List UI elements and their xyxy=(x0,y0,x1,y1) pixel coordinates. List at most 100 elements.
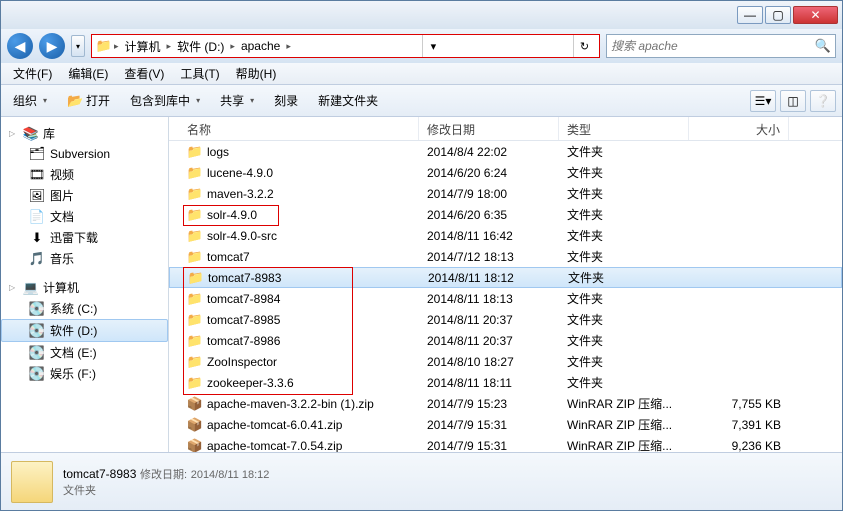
sidebar-item[interactable]: 💽娱乐 (F:) xyxy=(1,363,168,384)
sidebar-item[interactable]: 🎵音乐 xyxy=(1,248,168,269)
cell-name[interactable]: 📦apache-tomcat-6.0.41.zip xyxy=(169,416,419,434)
new-folder-button[interactable]: 新建文件夹 xyxy=(312,89,384,112)
cell-size xyxy=(689,172,789,174)
search-box[interactable]: 🔍 xyxy=(606,34,836,58)
menu-edit[interactable]: 编辑(E) xyxy=(60,63,116,84)
cell-size xyxy=(689,361,789,363)
column-size[interactable]: 大小 xyxy=(689,117,789,140)
cell-name[interactable]: 📁maven-3.2.2 xyxy=(169,185,419,203)
status-meta-label: 修改日期: xyxy=(140,469,187,481)
history-dropdown[interactable]: ▾ xyxy=(71,35,85,57)
menu-help[interactable]: 帮助(H) xyxy=(228,63,285,84)
table-row[interactable]: 📁tomcat72014/7/12 18:13文件夹 xyxy=(169,246,842,267)
cell-name[interactable]: 📁ZooInspector xyxy=(169,353,419,371)
file-name: solr-4.9.0-src xyxy=(207,229,277,243)
sidebar-item[interactable]: 💽软件 (D:) xyxy=(1,319,168,342)
view-mode-button[interactable]: ☰▾ xyxy=(750,90,776,112)
cell-type: WinRAR ZIP 压缩... xyxy=(559,415,689,434)
burn-button[interactable]: 刻录 xyxy=(268,89,304,112)
table-row[interactable]: 📦apache-tomcat-7.0.54.zip2014/7/9 15:31W… xyxy=(169,435,842,452)
cell-name[interactable]: 📁solr-4.9.0-src xyxy=(169,227,419,245)
addr-drop-icon[interactable]: ▾ xyxy=(422,35,444,57)
folder-icon: 📁 xyxy=(187,144,203,160)
sidebar-group-libraries[interactable]: 📚库 xyxy=(1,123,168,144)
menu-file[interactable]: 文件(F) xyxy=(5,63,60,84)
cell-name[interactable]: 📦apache-tomcat-7.0.54.zip xyxy=(169,437,419,453)
folder-icon: 📁 xyxy=(187,333,203,349)
menu-tools[interactable]: 工具(T) xyxy=(172,63,227,84)
table-row[interactable]: 📁tomcat7-89852014/8/11 20:37文件夹 xyxy=(169,309,842,330)
table-row[interactable]: 📁lucene-4.9.02014/6/20 6:24文件夹 xyxy=(169,162,842,183)
chevron-right-icon[interactable]: ▸ xyxy=(165,41,174,52)
share-button[interactable]: 共享 xyxy=(214,89,260,112)
cell-name[interactable]: 📁solr-4.9.0 xyxy=(169,206,419,224)
sidebar-item[interactable]: 🖼图片 xyxy=(1,185,168,206)
preview-pane-button[interactable]: ◫ xyxy=(780,90,806,112)
sidebar-item[interactable]: 💽文档 (E:) xyxy=(1,342,168,363)
forward-button[interactable]: ▶ xyxy=(39,33,65,59)
cell-type: 文件夹 xyxy=(559,163,689,182)
help-button[interactable]: ❔ xyxy=(810,90,836,112)
table-row[interactable]: 📦apache-tomcat-6.0.41.zip2014/7/9 15:31W… xyxy=(169,414,842,435)
cell-name[interactable]: 📁tomcat7-8986 xyxy=(169,332,419,350)
cell-size: 7,391 KB xyxy=(689,417,789,433)
file-name: logs xyxy=(207,145,229,159)
sidebar-item[interactable]: 🗂Subversion xyxy=(1,144,168,164)
include-button[interactable]: 包含到库中 xyxy=(124,89,206,112)
chevron-right-icon[interactable]: ▸ xyxy=(228,41,237,52)
breadcrumb[interactable]: 计算机 xyxy=(121,35,165,57)
cell-date: 2014/7/9 15:31 xyxy=(419,438,559,453)
table-row[interactable]: 📁tomcat7-89832014/8/11 18:12文件夹 xyxy=(169,267,842,288)
cell-name[interactable]: 📁tomcat7-8985 xyxy=(169,311,419,329)
drive-icon: 💽 xyxy=(29,345,45,361)
table-row[interactable]: 📁zookeeper-3.3.62014/8/11 18:11文件夹 xyxy=(169,372,842,393)
cell-name[interactable]: 📁 logs xyxy=(169,143,419,161)
sidebar-item[interactable]: 🎞视频 xyxy=(1,164,168,185)
cell-size: 9,236 KB xyxy=(689,438,789,453)
cell-type: 文件夹 xyxy=(559,226,689,245)
column-type[interactable]: 类型 xyxy=(559,117,689,140)
item-label: 迅雷下载 xyxy=(50,229,98,246)
organize-button[interactable]: 组织 xyxy=(7,89,53,112)
table-row[interactable]: 📁maven-3.2.22014/7/9 18:00文件夹 xyxy=(169,183,842,204)
address-bar[interactable]: 📁 ▸ 计算机 ▸ 软件 (D:) ▸ apache ▸ ▾ ↻ xyxy=(91,34,600,58)
chevron-right-icon[interactable]: ▸ xyxy=(284,41,293,52)
chevron-right-icon[interactable]: ▸ xyxy=(112,41,121,52)
table-row[interactable]: 📁solr-4.9.02014/6/20 6:35文件夹 xyxy=(169,204,842,225)
search-icon[interactable]: 🔍 xyxy=(815,38,831,54)
menu-view[interactable]: 查看(V) xyxy=(116,63,172,84)
sidebar-item[interactable]: 📄文档 xyxy=(1,206,168,227)
status-subtype: 文件夹 xyxy=(63,482,269,498)
table-row[interactable]: 📁tomcat7-89862014/8/11 20:37文件夹 xyxy=(169,330,842,351)
column-name[interactable]: 名称 xyxy=(169,117,419,140)
table-row[interactable]: 📁solr-4.9.0-src2014/8/11 16:42文件夹 xyxy=(169,225,842,246)
breadcrumb[interactable]: 软件 (D:) xyxy=(173,35,228,57)
sidebar-group-computer[interactable]: 💻计算机 xyxy=(1,277,168,298)
file-name: tomcat7-8985 xyxy=(207,313,280,327)
cell-name[interactable]: 📁zookeeper-3.3.6 xyxy=(169,374,419,392)
maximize-button[interactable]: ▢ xyxy=(765,6,791,24)
table-row[interactable]: 📦apache-maven-3.2.2-bin (1).zip2014/7/9 … xyxy=(169,393,842,414)
folder-icon: 📁 xyxy=(187,354,203,370)
cell-name[interactable]: 📦apache-maven-3.2.2-bin (1).zip xyxy=(169,395,419,413)
back-button[interactable]: ◀ xyxy=(7,33,33,59)
cell-date: 2014/6/20 6:35 xyxy=(419,207,559,223)
close-button[interactable]: ✕ xyxy=(793,6,838,24)
refresh-button[interactable]: ↻ xyxy=(573,35,595,57)
minimize-button[interactable]: — xyxy=(737,6,763,24)
search-input[interactable] xyxy=(611,39,815,53)
table-row[interactable]: 📁logs2014/8/4 22:02文件夹 xyxy=(169,141,842,162)
table-row[interactable]: 📁tomcat7-89842014/8/11 18:13文件夹 xyxy=(169,288,842,309)
cell-name[interactable]: 📁lucene-4.9.0 xyxy=(169,164,419,182)
breadcrumb[interactable]: apache xyxy=(237,35,284,57)
cell-name[interactable]: 📁tomcat7-8983 xyxy=(170,269,420,287)
open-button[interactable]: 📂打开 xyxy=(61,89,116,112)
table-row[interactable]: 📁ZooInspector2014/8/10 18:27文件夹 xyxy=(169,351,842,372)
cell-size xyxy=(689,214,789,216)
cell-name[interactable]: 📁tomcat7-8984 xyxy=(169,290,419,308)
cell-name[interactable]: 📁tomcat7 xyxy=(169,248,419,266)
sidebar-item[interactable]: 💽系统 (C:) xyxy=(1,298,168,319)
cell-type: 文件夹 xyxy=(559,289,689,308)
sidebar-item[interactable]: ⬇迅雷下载 xyxy=(1,227,168,248)
column-date[interactable]: 修改日期 xyxy=(419,117,559,140)
